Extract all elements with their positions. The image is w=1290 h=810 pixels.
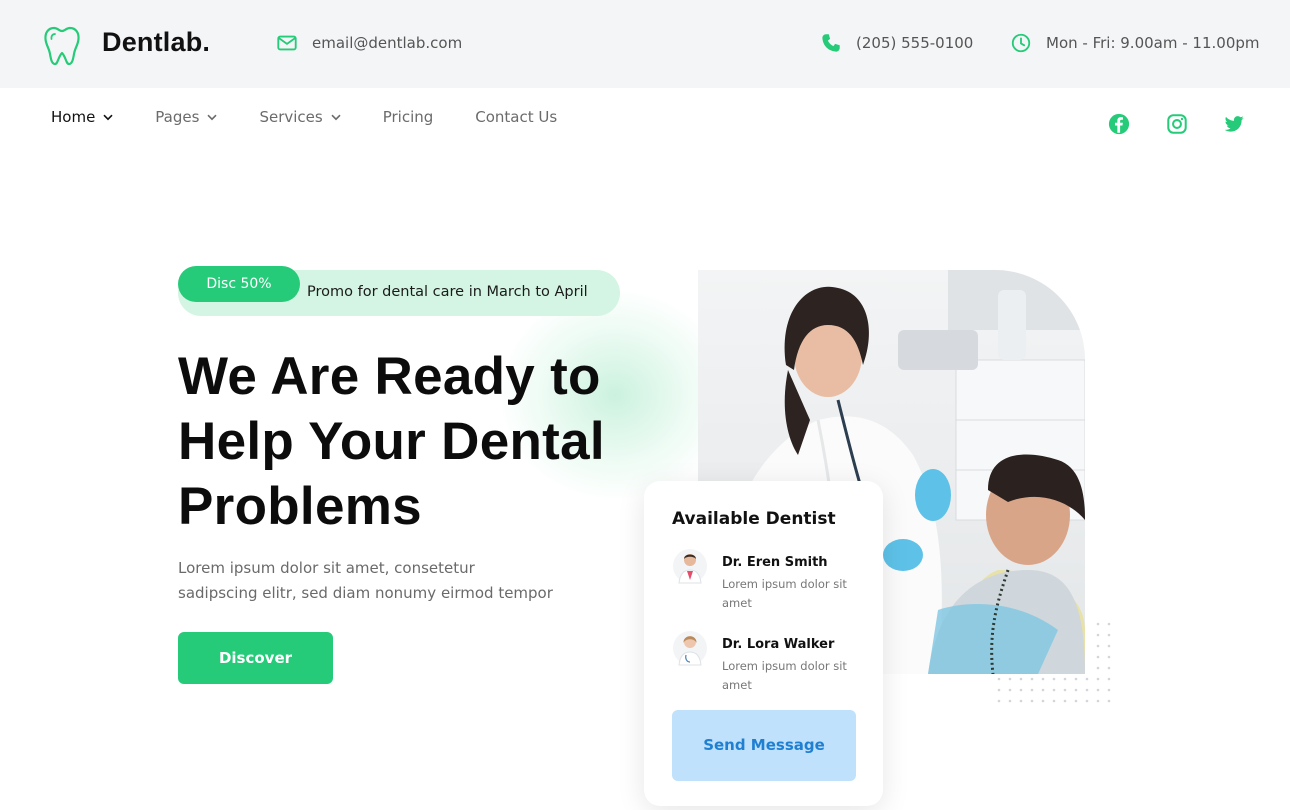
twitter-icon[interactable] xyxy=(1223,113,1245,135)
dentist-description: Lorem ipsum dolor sit amet xyxy=(722,577,847,610)
email-text: email@dentlab.com xyxy=(312,34,463,52)
discount-badge: Disc 50% xyxy=(178,266,300,302)
available-dentist-card: Available Dentist Dr. Eren Smith Lorem i… xyxy=(644,481,883,806)
dentist-name: Dr. Lora Walker xyxy=(722,637,835,652)
contact-hours: Mon - Fri: 9.00am - 11.00pm xyxy=(1010,32,1260,54)
brand-name: Dentlab. xyxy=(102,27,211,57)
phone-icon xyxy=(822,34,840,52)
card-title: Available Dentist xyxy=(672,509,836,529)
facebook-icon[interactable] xyxy=(1108,113,1130,135)
nav-item-label: Pages xyxy=(155,108,200,126)
hours-text: Mon - Fri: 9.00am - 11.00pm xyxy=(1046,34,1260,52)
decorative-dot-grid xyxy=(997,622,1111,703)
chevron-down-icon xyxy=(207,114,218,120)
chevron-down-icon xyxy=(103,114,113,120)
contact-email[interactable]: email@dentlab.com xyxy=(276,32,462,54)
hero-headline: We Are Ready to Help Your Dental Problem… xyxy=(178,344,605,539)
main-nav: Home Pages Services Pricing Contact Us xyxy=(51,108,599,126)
nav-item-pricing[interactable]: Pricing xyxy=(383,108,434,126)
nav-item-home[interactable]: Home xyxy=(51,108,113,126)
headline-line: Problems xyxy=(178,477,422,536)
promo-banner: Disc 50% Promo for dental care in March … xyxy=(178,266,620,316)
discover-button[interactable]: Discover xyxy=(178,632,333,684)
contact-phone[interactable]: (205) 555-0100 xyxy=(820,32,973,54)
nav-item-contact-us[interactable]: Contact Us xyxy=(475,108,557,126)
headline-line: Help Your Dental xyxy=(178,412,605,471)
nav-item-label: Home xyxy=(51,108,96,126)
send-message-button[interactable]: Send Message xyxy=(672,710,856,781)
nav-item-label: Pricing xyxy=(382,108,434,126)
dentist-item[interactable]: Dr. Lora Walker Lorem ipsum dolor sit am… xyxy=(672,629,872,699)
mail-icon xyxy=(277,35,297,51)
nav-item-label: Contact Us xyxy=(475,108,558,126)
logo[interactable]: Dentlab. xyxy=(42,24,210,66)
dentist-item[interactable]: Dr. Eren Smith Lorem ipsum dolor sit ame… xyxy=(672,547,872,617)
avatar xyxy=(673,631,707,666)
avatar xyxy=(673,549,707,584)
dentist-description: Lorem ipsum dolor sit amet xyxy=(722,659,847,692)
chevron-down-icon xyxy=(331,114,341,120)
promo-text: Promo for dental care in March to April xyxy=(307,284,588,300)
top-bar: Dentlab. email@dentlab.com (205) 555-010… xyxy=(0,0,1290,88)
nav-item-services[interactable]: Services xyxy=(259,108,341,126)
hero-subtext: Lorem ipsum dolor sit amet, consetetur s… xyxy=(178,559,553,602)
headline-line: We Are Ready to xyxy=(178,347,601,406)
phone-text: (205) 555-0100 xyxy=(856,34,974,52)
clock-icon xyxy=(1011,33,1031,53)
dentist-name: Dr. Eren Smith xyxy=(722,555,828,570)
instagram-icon[interactable] xyxy=(1166,113,1188,135)
nav-item-pages[interactable]: Pages xyxy=(155,108,218,126)
tooth-icon xyxy=(44,26,80,66)
nav-item-label: Services xyxy=(259,108,323,126)
